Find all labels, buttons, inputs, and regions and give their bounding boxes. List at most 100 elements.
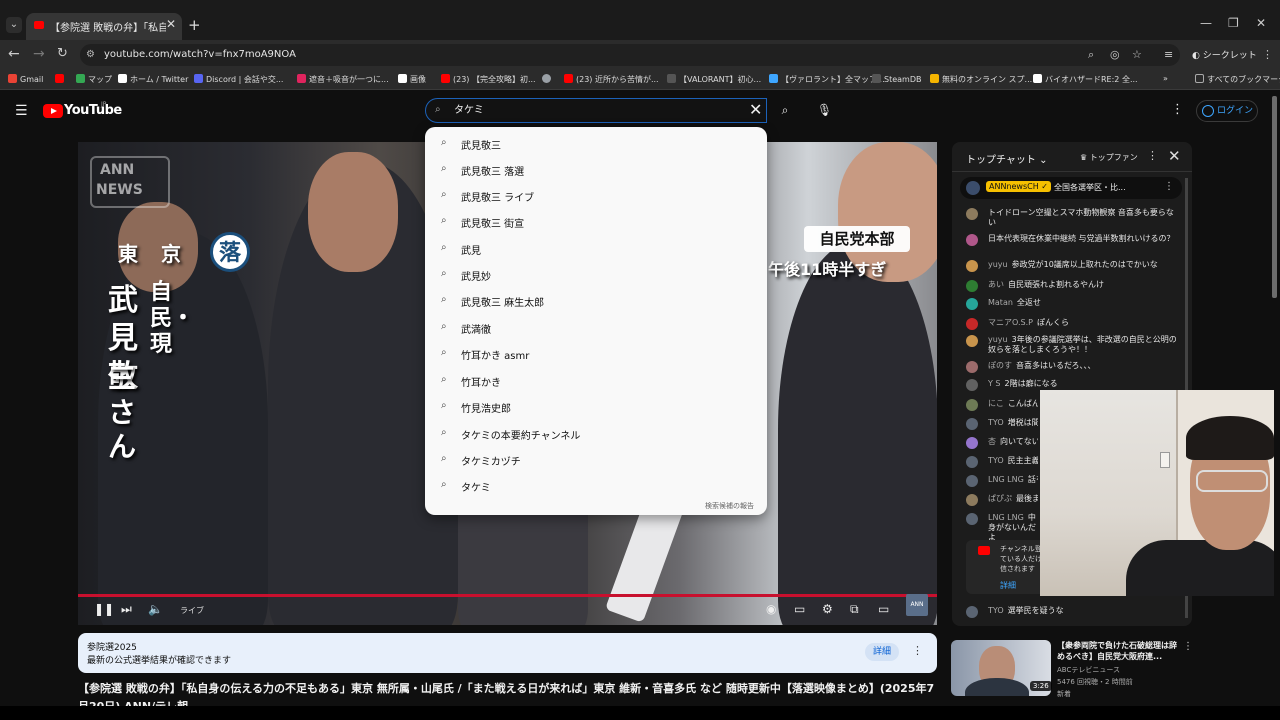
zoom-icon[interactable]: ⌕: [1088, 48, 1094, 62]
search-icon: ⌕: [435, 104, 441, 115]
live-indicator[interactable]: ライブ: [180, 605, 204, 616]
bookmark-item[interactable]: ホーム / Twitter: [118, 74, 188, 85]
avatar: [966, 234, 978, 246]
eye-off-icon[interactable]: ◎: [1110, 48, 1120, 61]
notice-detail-link[interactable]: 詳細: [1000, 580, 1016, 591]
youtube-logo-text[interactable]: YouTube: [64, 103, 122, 118]
bookmark-star-icon[interactable]: ☆: [1132, 48, 1142, 61]
browser-menu-icon[interactable]: ⋮: [1262, 48, 1273, 61]
forward-arrow-icon[interactable]: →: [33, 46, 45, 62]
volume-icon[interactable]: 🔈: [148, 602, 163, 616]
bookmark-item[interactable]: [55, 74, 67, 84]
bookmark-item[interactable]: マップ: [76, 74, 112, 85]
chat-mode-dropdown[interactable]: トップチャット ⌄: [966, 151, 1047, 166]
info-card-more-icon[interactable]: ⋮: [912, 644, 923, 657]
bookmark-item[interactable]: バイオハザードRE:2 全...: [1033, 74, 1138, 85]
settings-gear-icon[interactable]: ⚙: [822, 602, 833, 616]
pinned-message[interactable]: ANNnewsCH ✓ 全国各選挙区・比... ⋮: [960, 177, 1182, 199]
all-bookmarks[interactable]: すべてのブックマーク: [1195, 74, 1280, 85]
avatar: [966, 399, 978, 411]
related-video-more-icon[interactable]: ⋮: [1183, 641, 1193, 652]
back-arrow-icon[interactable]: ←: [8, 46, 20, 62]
bookmark-item[interactable]: (23) 近所から苦情が...: [564, 74, 659, 85]
related-video-channel[interactable]: ABCテレビニュース: [1057, 665, 1120, 675]
chat-more-icon[interactable]: ⋮: [1147, 149, 1158, 162]
bookmarks-overflow-icon[interactable]: »: [1163, 74, 1168, 83]
more-options-icon[interactable]: ⋮: [1171, 102, 1184, 117]
video-progress-bar[interactable]: [78, 594, 937, 597]
chat-author: ぽのす: [988, 361, 1012, 370]
minimize-icon[interactable]: —: [1200, 16, 1212, 30]
url-text[interactable]: youtube.com/watch?v=fnx7moA9NOA: [104, 49, 296, 60]
suggestion-item[interactable]: ⌕ タケミの本要約チャンネル: [425, 421, 767, 447]
suggestion-item[interactable]: ⌕ 武見: [425, 236, 767, 262]
youtube-logo-icon[interactable]: [43, 104, 63, 118]
bookmark-item[interactable]: 【VALORANT】初心...: [667, 74, 761, 85]
bookmark-item[interactable]: 【ヴァロラント】全マップ...: [769, 74, 885, 85]
suggestion-item[interactable]: ⌕ 武見敬三 落選: [425, 157, 767, 183]
bookmark-item[interactable]: 画像: [398, 74, 426, 85]
browser-tab-active[interactable]: 【参院選 敗戦の弁】「私自身の伝える力の不足もある」 ✕: [26, 13, 182, 40]
clear-search-icon[interactable]: ✕: [749, 100, 762, 119]
restore-icon[interactable]: ❐: [1228, 16, 1239, 30]
report-suggestions-link[interactable]: 検索候補の報告: [705, 501, 754, 511]
media-controls-icon[interactable]: ≡: [1164, 48, 1173, 61]
suggestion-item[interactable]: ⌕ タケミカヅチ: [425, 447, 767, 473]
bookmark-favicon-icon: [194, 74, 203, 83]
search-icon: ⌕: [441, 163, 447, 174]
suggestion-item[interactable]: ⌕ 武見敬三 街宣: [425, 209, 767, 235]
pause-icon[interactable]: ❚❚: [94, 602, 114, 616]
tab-search-button[interactable]: ⌄: [6, 17, 22, 33]
reload-icon[interactable]: ↻: [57, 46, 68, 61]
new-tab-button[interactable]: +: [188, 16, 201, 34]
tab-close-icon[interactable]: ✕: [166, 17, 176, 31]
search-icon: ⌕: [441, 479, 447, 490]
chat-author: TYO: [988, 606, 1004, 615]
channel-watermark[interactable]: ANN: [906, 594, 928, 616]
chat-close-icon[interactable]: ✕: [1168, 147, 1181, 165]
bookmark-item[interactable]: (23) 【完全攻略】初...: [441, 74, 536, 85]
chat-message-text: 全返せ: [1016, 298, 1041, 307]
bookmark-item[interactable]: 遮音＋吸音が一つに...: [297, 74, 389, 85]
bookmark-item[interactable]: Discord | 会話や交...: [194, 74, 283, 85]
pinned-more-icon[interactable]: ⋮: [1164, 181, 1174, 192]
bookmark-item[interactable]: [542, 74, 554, 84]
suggestion-item[interactable]: ⌕ タケミ: [425, 473, 767, 499]
bookmark-item[interactable]: Gmail: [8, 74, 43, 84]
chat-message-text: 自民頑張れよ割れるやんけ: [1008, 280, 1104, 289]
suggestion-item[interactable]: ⌕ 武満徹: [425, 315, 767, 341]
window-close-icon[interactable]: ✕: [1256, 16, 1266, 30]
subtitles-icon[interactable]: ▭: [794, 602, 805, 616]
search-input[interactable]: [454, 103, 734, 114]
suggestion-item[interactable]: ⌕ 竹耳かき: [425, 368, 767, 394]
search-suggestions: ⌕ 武見敬三 ⌕ 武見敬三 落選 ⌕ 武見敬三 ライブ ⌕ 武見敬三 街宣 ⌕ 武見 ⌕ 武…: [425, 127, 767, 515]
avatar: [966, 513, 978, 525]
next-icon[interactable]: ⏭: [121, 602, 132, 617]
site-info-icon[interactable]: ⚙: [86, 49, 95, 60]
top-fan-badge[interactable]: ♛ トップファン: [1080, 152, 1138, 163]
suggestion-item[interactable]: ⌕ 竹見浩史郎: [425, 394, 767, 420]
login-button[interactable]: ログイン: [1196, 100, 1258, 122]
page-scrollbar[interactable]: [1272, 96, 1277, 298]
search-icon: ⌕: [441, 137, 447, 148]
suggestion-item[interactable]: ⌕ 竹耳かき asmr: [425, 341, 767, 367]
related-video-title[interactable]: 【衆参両院で負けた石破総理は辞めるべき】自民党大阪府連...: [1057, 640, 1182, 662]
chat-message-text: 最後まで: [1016, 494, 1038, 503]
chat-author: TYO: [988, 456, 1004, 465]
suggestion-item[interactable]: ⌕ 武見敬三 麻生太郎: [425, 288, 767, 314]
suggestion-item[interactable]: ⌕ 武見敬三 ライブ: [425, 183, 767, 209]
suggestion-item[interactable]: ⌕ 武見妙: [425, 262, 767, 288]
incognito-indicator[interactable]: ◐ シークレット: [1192, 48, 1257, 61]
suggestion-item[interactable]: ⌕ 武見敬三: [425, 131, 767, 157]
avatar: [966, 318, 978, 330]
menu-icon[interactable]: ☰: [15, 103, 28, 119]
theater-mode-icon[interactable]: ▭: [878, 602, 889, 616]
info-card-detail-button[interactable]: 詳細: [865, 643, 899, 661]
miniplayer-icon[interactable]: ⧉: [850, 602, 859, 617]
bottom-edge: [0, 706, 1280, 720]
microphone-icon[interactable]: 🎙: [812, 98, 837, 123]
bookmark-item[interactable]: 無料のオンライン スプ...: [930, 74, 1032, 85]
bookmark-item[interactable]: SteamDB: [872, 74, 921, 84]
autoplay-toggle-icon[interactable]: ◉: [766, 602, 776, 616]
search-button[interactable]: ⌕: [771, 98, 799, 123]
